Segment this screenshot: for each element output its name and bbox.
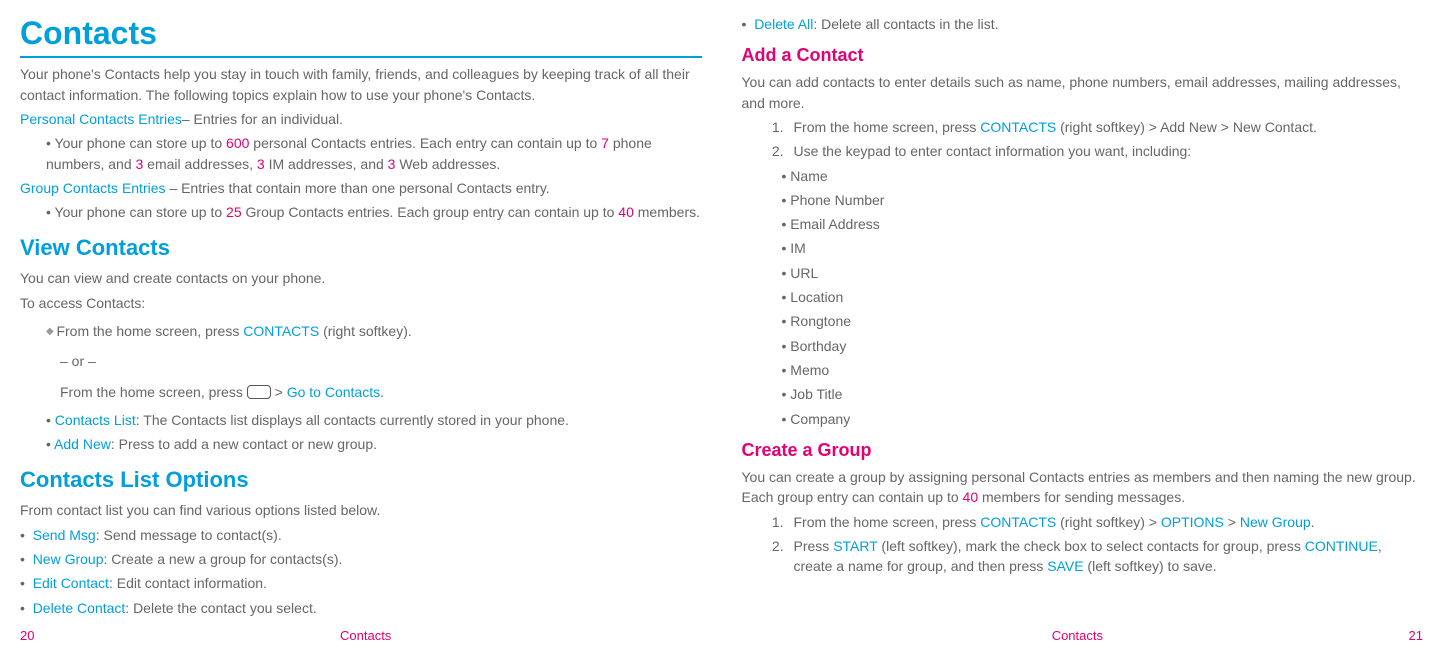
view-contacts-p2: To access Contacts: [20, 293, 702, 313]
field-job-title: Job Title [782, 384, 1424, 404]
field-memo: Memo [782, 360, 1424, 380]
field-company: Company [782, 409, 1424, 429]
opt-new-group: New Group: Create a new a group for cont… [20, 549, 702, 569]
view-step: From the home screen, press CONTACTS (ri… [20, 321, 702, 341]
clo-intro: From contact list you can find various o… [20, 500, 702, 520]
page-left: Contacts Your phone's Contacts help you … [20, 10, 702, 622]
field-location: Location [782, 287, 1424, 307]
view-contacts-p1: You can view and create contacts on your… [20, 268, 702, 288]
field-im: IM [782, 238, 1424, 258]
heading-view-contacts: View Contacts [20, 232, 702, 264]
intro-text: Your phone's Contacts help you stay in t… [20, 64, 702, 105]
add-step-1: From the home screen, press CONTACTS (ri… [788, 117, 1424, 137]
field-name: Name [782, 166, 1424, 186]
or-separator: – or – [20, 351, 702, 371]
field-url: URL [782, 263, 1424, 283]
field-ringtone: Rongtone [782, 311, 1424, 331]
opt-delete-contact: Delete Contact: Delete the contact you s… [20, 598, 702, 618]
contacts-list-item: Contacts List: The Contacts list display… [20, 410, 702, 430]
group-contacts-def: Group Contacts Entries – Entries that co… [20, 178, 702, 198]
add-contact-intro: You can add contacts to enter details su… [742, 72, 1424, 113]
create-group-intro: You can create a group by assigning pers… [742, 467, 1424, 508]
group-contacts-bullet: Your phone can store up to 25 Group Cont… [20, 202, 702, 222]
contact-fields-list: Name Phone Number Email Address IM URL L… [742, 166, 1424, 429]
personal-contacts-link: Personal Contacts Entries [20, 111, 182, 127]
footer-label-right: Contacts [1052, 627, 1103, 646]
add-step-2: Use the keypad to enter contact informat… [788, 141, 1424, 161]
footer-label-left: Contacts [340, 627, 391, 646]
field-birthday: Borthday [782, 336, 1424, 356]
opt-edit-contact: Edit Contact: Edit contact information. [20, 573, 702, 593]
field-email: Email Address [782, 214, 1424, 234]
page-right: Delete All: Delete all contacts in the l… [742, 10, 1424, 622]
heading-contacts-list-options: Contacts List Options [20, 464, 702, 496]
heading-create-group: Create a Group [742, 437, 1424, 463]
add-contact-steps: From the home screen, press CONTACTS (ri… [742, 117, 1424, 162]
page-title: Contacts [20, 10, 702, 58]
create-group-steps: From the home screen, press CONTACTS (ri… [742, 512, 1424, 577]
personal-contacts-def: Personal Contacts Entries– Entries for a… [20, 109, 702, 129]
group-contacts-link: Group Contacts Entries [20, 180, 166, 196]
group-step-1: From the home screen, press CONTACTS (ri… [788, 512, 1424, 532]
page-number-left: 20 [20, 627, 34, 646]
field-phone: Phone Number [782, 190, 1424, 210]
view-alt-step: From the home screen, press > Go to Cont… [20, 382, 702, 402]
personal-contacts-bullet: Your phone can store up to 600 personal … [20, 133, 702, 174]
page-number-right: 21 [1409, 627, 1423, 646]
opt-delete-all: Delete All: Delete all contacts in the l… [742, 14, 1424, 34]
opt-send-msg: Send Msg: Send message to contact(s). [20, 525, 702, 545]
group-step-2: Press START (left softkey), mark the che… [788, 536, 1424, 577]
add-new-item: Add New: Press to add a new contact or n… [20, 434, 702, 454]
heading-add-contact: Add a Contact [742, 42, 1424, 68]
ok-key-icon [247, 385, 271, 399]
